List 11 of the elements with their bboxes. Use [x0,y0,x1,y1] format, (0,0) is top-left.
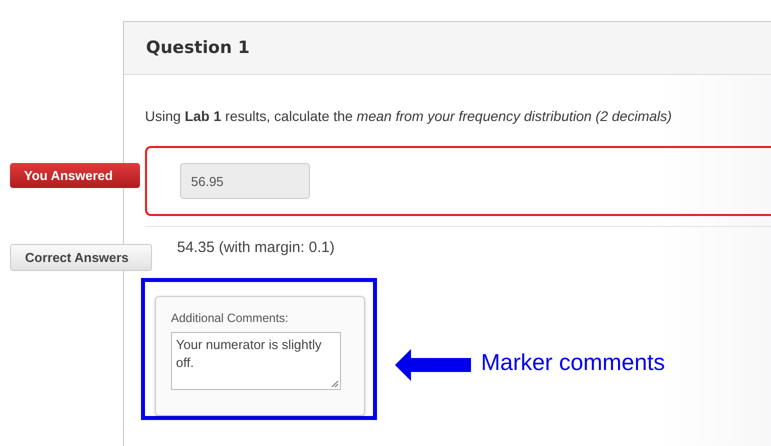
correct-answer-text: 54.35 (with margin: 0.1) [177,239,336,256]
question-title: Question 1 [146,38,250,58]
you-answered-tag: You Answered [10,163,140,188]
question-text: Using Lab 1 results, calculate the mean from your frequency distribution (2 decimals) [145,108,673,124]
left-arrow-icon [395,349,473,381]
annotation-text: Marker comments [481,349,666,376]
resize-grip-icon[interactable] [331,380,339,388]
comments-label: Additional Comments: [171,311,290,325]
answer-field: 56.95 [180,163,310,199]
comments-field[interactable]: Your numerator is slightly off. [171,332,341,390]
correct-answers-tag: Correct Answers [10,244,152,271]
